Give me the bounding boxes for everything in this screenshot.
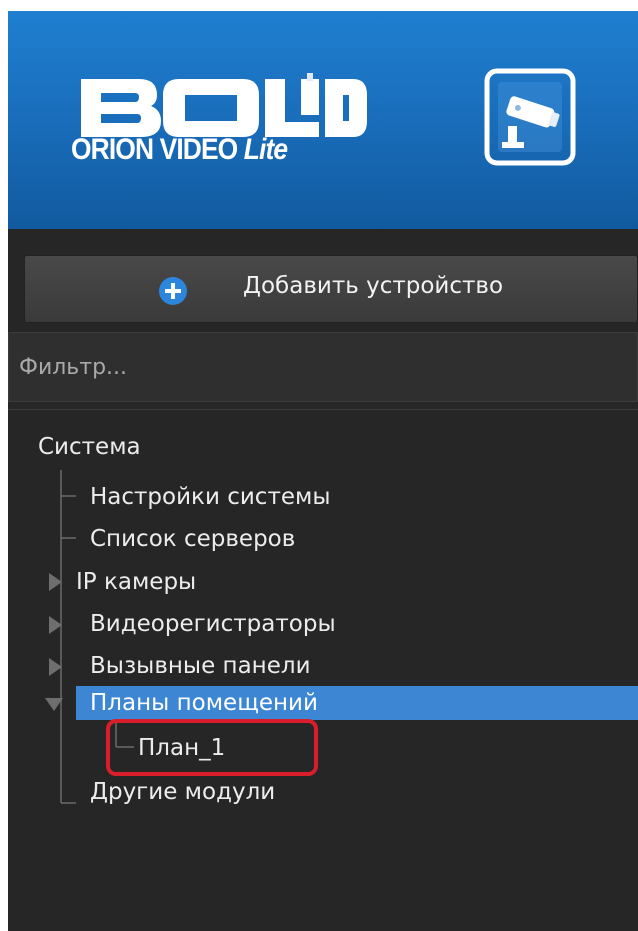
filter-box bbox=[8, 332, 638, 402]
tree-item-floor-plans[interactable]: Планы помещений bbox=[90, 688, 318, 718]
tree-item-server-list[interactable]: Список серверов bbox=[90, 524, 295, 554]
bolid-logo bbox=[81, 73, 367, 137]
tree-item-ip-cameras[interactable]: IP камеры bbox=[76, 567, 196, 597]
collapse-arrow-icon[interactable] bbox=[45, 698, 63, 711]
expand-arrow-icon[interactable] bbox=[49, 616, 62, 634]
app-window: ORION VIDEO Lite Добавить устройство Фил… bbox=[8, 11, 638, 931]
product-name: ORION VIDEO Lite bbox=[71, 133, 288, 166]
security-camera-icon[interactable] bbox=[484, 68, 576, 166]
plus-circle-icon bbox=[159, 277, 187, 305]
add-device-label: Добавить устройство bbox=[243, 273, 504, 299]
annotation-highlight-box bbox=[106, 719, 318, 776]
filter-input[interactable] bbox=[19, 349, 619, 385]
tree-item-other-modules[interactable]: Другие модули bbox=[90, 777, 275, 807]
tree-root-system[interactable]: Система bbox=[38, 432, 141, 462]
tree-item-video-recorders[interactable]: Видеорегистраторы bbox=[90, 609, 336, 639]
tree-item-system-settings[interactable]: Настройки системы bbox=[90, 482, 331, 512]
app-header: ORION VIDEO Lite bbox=[8, 11, 638, 229]
expand-arrow-icon[interactable] bbox=[49, 658, 62, 676]
tree-item-call-panels[interactable]: Вызывные панели bbox=[90, 651, 311, 681]
device-tree: Система Настройки системы Список серверо… bbox=[8, 409, 638, 931]
expand-arrow-icon[interactable] bbox=[49, 573, 62, 591]
add-device-button[interactable]: Добавить устройство bbox=[24, 255, 638, 323]
